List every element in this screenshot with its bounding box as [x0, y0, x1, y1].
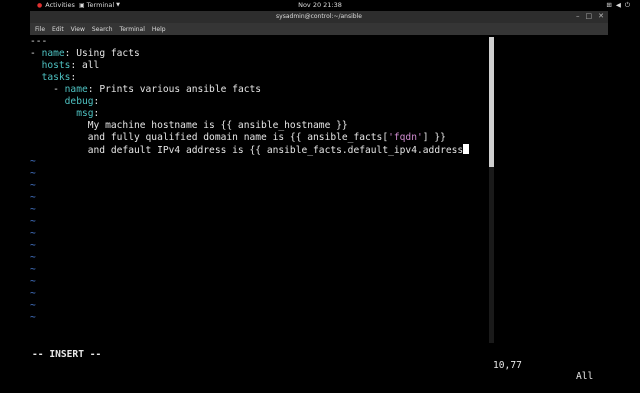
empty-line-tilde: ~ — [30, 252, 36, 263]
yaml-key: debug — [64, 96, 94, 107]
empty-line-tilde: ~ — [30, 204, 36, 215]
code-text: ] }} — [422, 132, 446, 143]
scrollbar[interactable] — [489, 37, 494, 343]
empty-line-tilde: ~ — [30, 228, 36, 239]
code-line: --- — [30, 36, 495, 48]
menu-view[interactable]: View — [71, 26, 85, 33]
vim-status-line: -- INSERT -- 10,77 All — [30, 338, 608, 382]
code-text: and fully qualified domain name is {{ an… — [30, 132, 389, 143]
code-text: : all — [70, 60, 100, 71]
code-line: and default IPv4 address is {{ ansible_f… — [30, 144, 495, 156]
terminal-window: sysadmin@control:~/ansible – □ ✕ File Ed… — [30, 11, 608, 382]
empty-line-tilde: ~ — [30, 312, 36, 323]
code-line: - name: Using facts — [30, 48, 495, 60]
empty-line-tilde: ~ — [30, 264, 36, 275]
code-line: debug: — [30, 96, 495, 108]
code-line: My machine hostname is {{ ansible_hostna… — [30, 120, 495, 132]
scroll-percent: All — [576, 371, 594, 382]
top-bar: ● Activities ▣ Terminal ▼ Nov 20 21:38 ⊞… — [0, 0, 640, 10]
window-title: sysadmin@control:~/ansible — [276, 13, 362, 20]
maximize-icon[interactable]: □ — [586, 12, 593, 20]
empty-line-tilde: ~ — [30, 276, 36, 287]
code-text: My machine hostname is {{ ansible_hostna… — [30, 120, 348, 131]
code-text: - — [30, 84, 65, 95]
code-text: --- — [30, 36, 48, 47]
string-literal: 'fqdn' — [388, 132, 423, 143]
code-line: tasks: — [30, 72, 495, 84]
vim-editor[interactable]: --- - name: Using facts hosts: all tasks:… — [30, 36, 495, 336]
yaml-key: msg — [76, 108, 94, 119]
empty-line-tilde: ~ — [30, 156, 36, 167]
code-text: and default IPv4 address is {{ ansible_f… — [30, 145, 464, 156]
yaml-key: tasks — [41, 72, 71, 83]
code-line: and fully qualified domain name is {{ an… — [30, 132, 495, 144]
empty-line-tilde: ~ — [30, 240, 36, 251]
volume-icon: ◀ — [615, 1, 621, 9]
scrollbar-thumb[interactable] — [489, 37, 494, 167]
menu-edit[interactable]: Edit — [52, 26, 64, 33]
clock[interactable]: Nov 20 21:38 — [0, 1, 640, 9]
menu-terminal[interactable]: Terminal — [120, 26, 145, 33]
empty-line-tilde: ~ — [30, 288, 36, 299]
empty-line-tilde: ~ — [30, 300, 36, 311]
menu-help[interactable]: Help — [152, 26, 166, 33]
code-text: : Using facts — [64, 48, 140, 59]
network-icon: ⊞ — [606, 1, 612, 9]
code-text: : — [93, 108, 100, 119]
menu-search[interactable]: Search — [92, 26, 113, 33]
code-text: : Prints various ansible facts — [87, 84, 262, 95]
minimize-icon[interactable]: – — [576, 12, 580, 20]
empty-line-tilde: ~ — [30, 216, 36, 227]
empty-line-tilde: ~ — [30, 168, 36, 179]
code-line: hosts: all — [30, 60, 495, 72]
menu-file[interactable]: File — [35, 26, 45, 33]
yaml-key: name — [41, 48, 65, 59]
yaml-key: hosts — [41, 60, 71, 71]
empty-line-tilde: ~ — [30, 192, 36, 203]
menu-bar: File Edit View Search Terminal Help — [30, 23, 608, 35]
close-icon[interactable]: ✕ — [598, 12, 604, 20]
window-titlebar[interactable]: sysadmin@control:~/ansible – □ ✕ — [30, 11, 608, 23]
empty-line-tilde: ~ — [30, 180, 36, 191]
mode-indicator: -- INSERT -- — [32, 349, 102, 360]
code-text: : — [70, 72, 77, 83]
code-line: - name: Prints various ansible facts — [30, 84, 495, 96]
code-line: msg: — [30, 108, 495, 120]
yaml-key: name — [64, 84, 88, 95]
cursor-position: 10,77 — [493, 360, 522, 371]
code-text: - — [30, 48, 42, 59]
code-text: : — [93, 96, 100, 107]
power-icon: ⏻ — [624, 1, 630, 9]
text-cursor — [463, 144, 470, 154]
system-tray[interactable]: ⊞ ◀ ⏻ — [606, 1, 630, 10]
